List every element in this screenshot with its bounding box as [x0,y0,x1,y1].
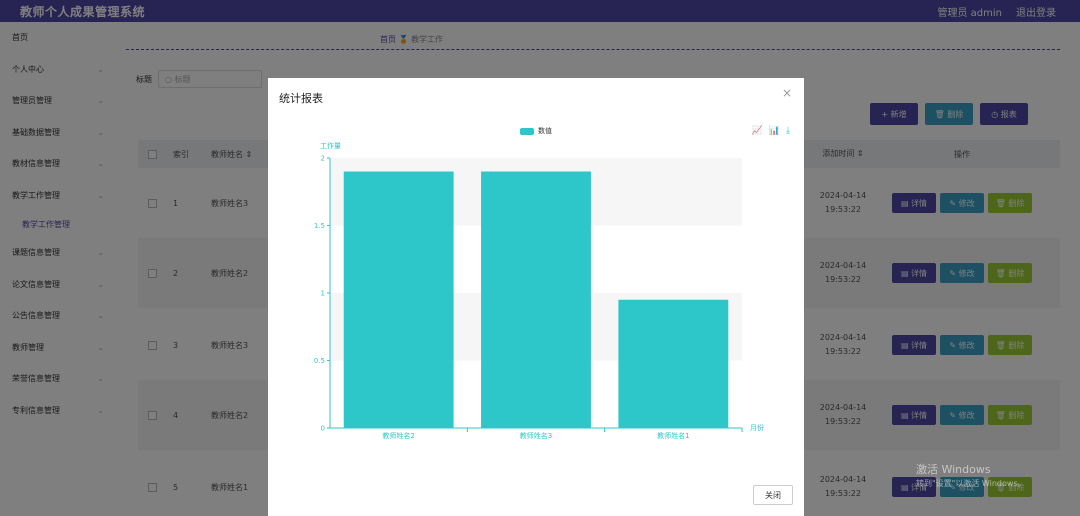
x-tick-label: 教师姓名2 [382,431,414,440]
x-axis-title: 月份 [750,423,764,432]
chart-bar [343,171,454,428]
legend-label: 数值 [538,127,552,135]
chart: 数值 📈 📊 ⤓ 0 0.5 1 1.5 2 工作量月份教师姓名2 教师姓名3 教师姓名1 [268,118,804,458]
close-button[interactable]: 关闭 [753,485,793,505]
chart-toolbox: 📈 📊 ⤓ [752,126,790,136]
bar-chart-icon[interactable]: 📊 [769,126,780,136]
legend-swatch [520,127,534,135]
y-tick-label: 1 [321,290,325,298]
watermark-line1: 激活 Windows [916,463,991,476]
y-tick-label: 0.5 [314,357,325,365]
chart-bar [618,299,729,428]
report-modal: 统计报表 × 数值 📈 📊 ⤓ 0 0.5 1 1.5 2 工作量月份教师姓名2 教师姓名3… [268,78,804,516]
close-icon[interactable]: × [782,86,792,100]
y-tick-label: 0 [321,425,325,433]
chart-svg: 0 0.5 1 1.5 2 工作量月份教师姓名2 教师姓名3 教师姓名1 [314,141,764,440]
y-tick-label: 1.5 [314,222,325,230]
x-tick-label: 教师姓名1 [657,431,689,440]
chart-bar [481,171,591,428]
download-icon[interactable]: ⤓ [786,126,790,136]
watermark-line2: 转到"设置"以激活 Windows。 [916,479,1026,488]
modal-title: 统计报表 [279,92,323,105]
line-chart-icon[interactable]: 📈 [752,126,763,136]
y-tick-label: 2 [321,155,325,163]
x-tick-label: 教师姓名3 [520,431,552,440]
y-axis-title: 工作量 [320,141,341,150]
windows-watermark: 激活 Windows 转到"设置"以激活 Windows。 [916,463,1026,491]
chart-legend[interactable]: 数值 [520,126,552,136]
